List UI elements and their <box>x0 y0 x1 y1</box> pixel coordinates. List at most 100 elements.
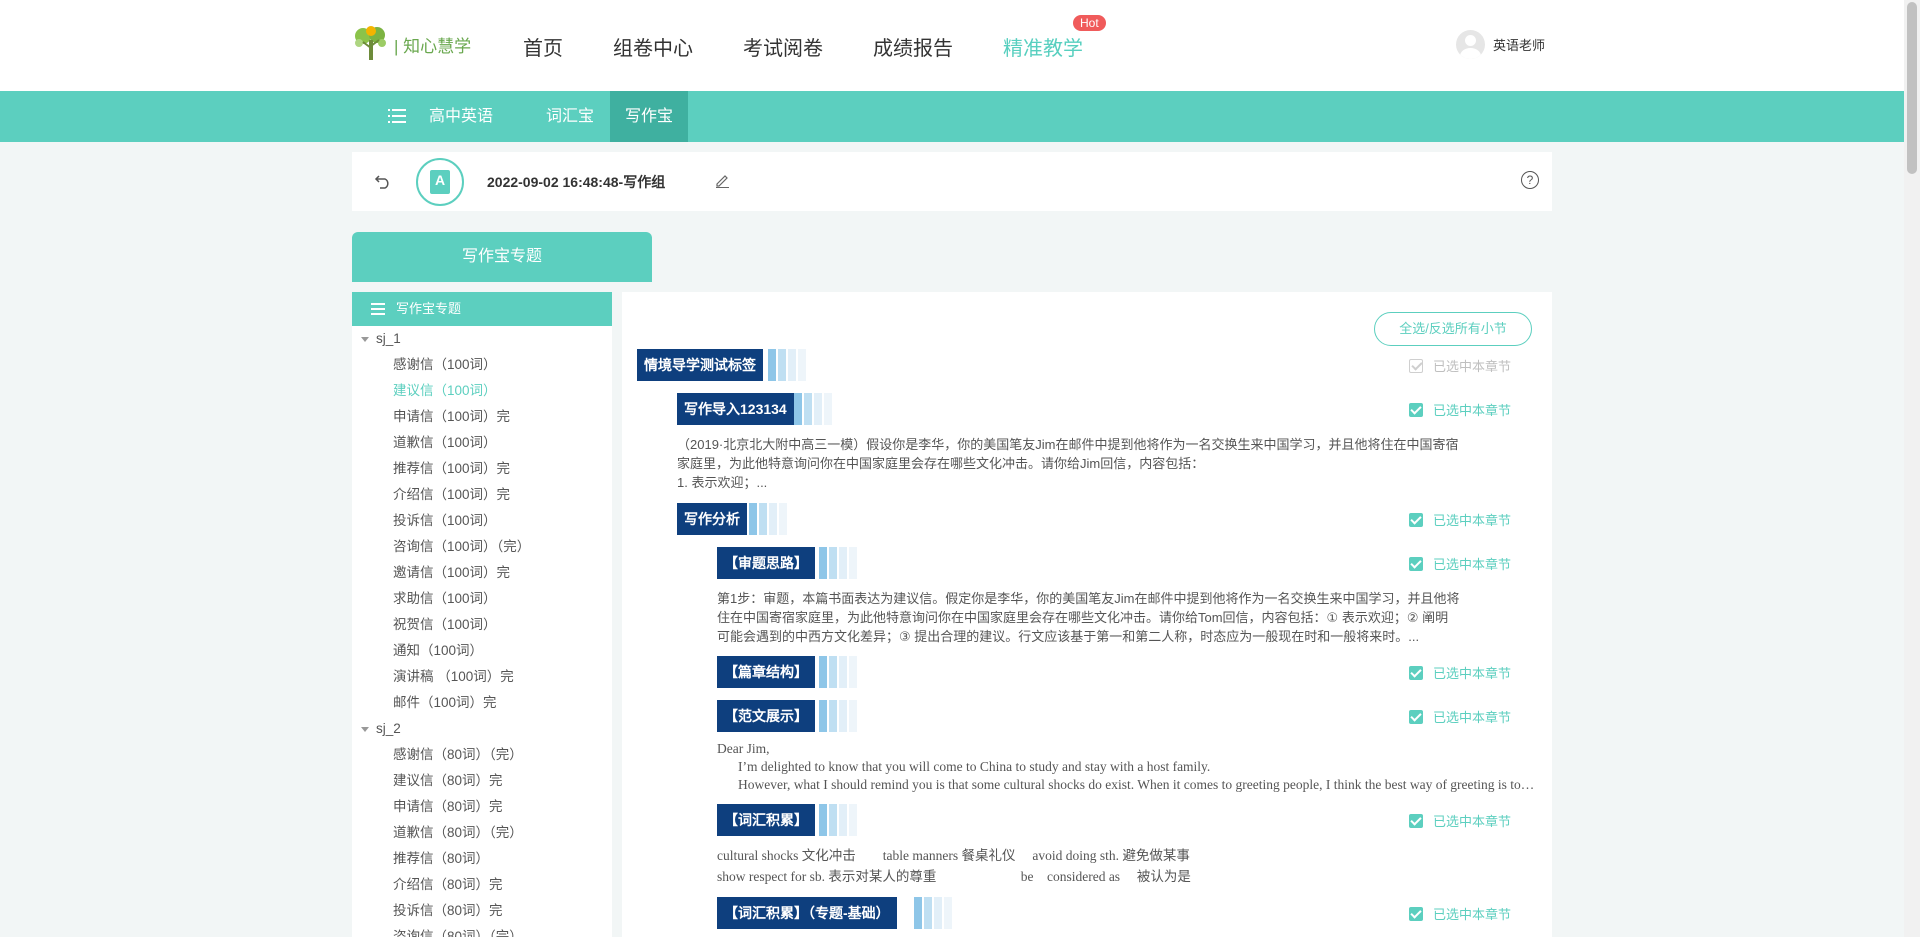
edit-pencil-icon[interactable] <box>715 173 730 188</box>
section-label-vocab: 【词汇积累】 <box>717 804 815 836</box>
document-toolbar: A 2022-09-02 16:48:48-写作组 ? <box>352 152 1552 211</box>
sub-nav: 高中英语 词汇宝 写作宝 <box>0 91 1904 142</box>
hot-badge: Hot <box>1073 15 1106 31</box>
section-checkbox[interactable]: 已选中本章节 <box>1409 707 1511 726</box>
list-icon <box>371 303 385 315</box>
tree-item[interactable]: 道歉信（80词）（完） <box>352 820 612 846</box>
checkbox-checked-icon <box>1409 665 1423 680</box>
tree-item[interactable]: 求助信（100词） <box>352 586 612 612</box>
checkbox-checked-icon <box>1409 402 1423 417</box>
intro-line: 家庭里，为此他特意询问你在中国家庭里会存在哪些文化冲击。请你给Jim回信，内容包… <box>677 456 1205 471</box>
analysis-line: 可能会遇到的中西方文化差异；③ 提出合理的建议。行文应该基于第一和第二人称，时态… <box>717 629 1420 644</box>
tree-item[interactable]: 介绍信（80词）完 <box>352 872 612 898</box>
nav-home[interactable]: 首页 <box>523 32 563 61</box>
sample-line: Dear Jim, <box>717 741 770 756</box>
sidebar-header: 写作宝专题 <box>352 292 612 326</box>
section-checkbox[interactable]: 已选中本章节 <box>1409 510 1511 529</box>
section-label-reading-idea: 【审题思路】 <box>717 547 815 579</box>
tab-writing-topics[interactable]: 写作宝专题 <box>352 232 652 282</box>
nav-precision-teaching[interactable]: 精准教学 <box>1003 32 1083 61</box>
checkbox-label: 已选中本章节 <box>1433 513 1512 528</box>
tree-item[interactable]: 道歉信（100词） <box>352 430 612 456</box>
intro-line: （2019·北京北大附中高三一模）假设你是李华，你的美国笔友Jim在邮件中提到他… <box>677 437 1459 452</box>
page-scrollbar[interactable] <box>1904 0 1920 937</box>
tree-logo-icon <box>355 26 386 60</box>
nav-exam-grading[interactable]: 考试阅卷 <box>743 32 823 61</box>
tree-item[interactable]: 邀请信（100词）完 <box>352 560 612 586</box>
vocab-list: cultural shocks 文化冲击 table manners 餐桌礼仪 … <box>717 845 1537 887</box>
label-stripes <box>819 700 859 732</box>
writing-content-panel: 全选/反选所有小节 情境导学测试标签 已选中本章节 写作导入123134 已选中… <box>622 292 1552 937</box>
tree-item[interactable]: 推荐信（80词） <box>352 846 612 872</box>
tree-item[interactable]: 投诉信（80词）完 <box>352 898 612 924</box>
document-badge-letter: A <box>430 170 450 194</box>
caret-down-icon <box>361 727 369 732</box>
select-all-button[interactable]: 全选/反选所有小节 <box>1374 312 1532 346</box>
checkbox-label: 已选中本章节 <box>1433 557 1512 572</box>
logo-text: | 知心慧学 <box>394 36 472 56</box>
tree-item[interactable]: 祝贺信（100词） <box>352 612 612 638</box>
checkbox-label: 已选中本章节 <box>1433 666 1512 681</box>
caret-down-icon <box>361 337 369 342</box>
label-stripes <box>819 804 859 836</box>
tree-item[interactable]: 投诉信（100词） <box>352 508 612 534</box>
document-badge-icon: A <box>416 158 464 206</box>
tree-item[interactable]: 感谢信（80词）（完） <box>352 742 612 768</box>
label-stripes <box>794 393 834 425</box>
nav-paper-center[interactable]: 组卷中心 <box>613 32 693 61</box>
checkbox-checked-icon <box>1409 556 1423 571</box>
checkbox-label: 已选中本章节 <box>1433 710 1512 725</box>
checkbox-checked-icon <box>1409 813 1423 828</box>
intro-line: 1. 表示欢迎；... <box>677 475 768 490</box>
sidebar-header-label: 写作宝专题 <box>396 301 462 316</box>
top-header: | 知心慧学 首页 组卷中心 考试阅卷 成绩报告 精准教学 Hot 英语老师 <box>0 0 1904 91</box>
checkbox-checked-icon <box>1409 512 1423 527</box>
tree-item[interactable]: 邮件（100词）完 <box>352 690 612 716</box>
tree-item[interactable]: 咨询信（80词）（完） <box>352 924 612 937</box>
tree-item[interactable]: 推荐信（100词）完 <box>352 456 612 482</box>
topic-sidebar: 写作宝专题 sj_1 感谢信（100词） 建议信（100词） 申请信（100词）… <box>352 292 612 937</box>
checkbox-icon <box>1409 358 1423 373</box>
tree-item[interactable]: 申请信（80词）完 <box>352 794 612 820</box>
subnav-high-school-english[interactable]: 高中英语 <box>414 91 508 142</box>
tree-group-sj1[interactable]: sj_1 <box>352 326 612 352</box>
scrollbar-thumb[interactable] <box>1907 2 1917 174</box>
label-stripes <box>768 349 808 381</box>
tree-item[interactable]: 咨询信（100词）（完） <box>352 534 612 560</box>
section-label-sample: 【范文展示】 <box>717 700 815 732</box>
tree-item[interactable]: 介绍信（100词）完 <box>352 482 612 508</box>
logo[interactable]: | 知心慧学 <box>351 26 471 62</box>
user-menu[interactable]: 英语老师 <box>1456 30 1545 59</box>
undo-back-icon[interactable] <box>374 172 392 190</box>
nav-score-report[interactable]: 成绩报告 <box>873 32 953 61</box>
section-label-intro: 写作导入123134 <box>677 393 794 425</box>
section-label-situation: 情境导学测试标签 <box>637 349 763 381</box>
analysis-text: 第1步：审题，本篇书面表达为建议信。假定你是李华，你的美国笔友Jim在邮件中提到… <box>717 589 1537 646</box>
tree-item[interactable]: 申请信（100词）完 <box>352 404 612 430</box>
menu-list-icon[interactable] <box>388 107 406 125</box>
help-icon[interactable]: ? <box>1521 171 1539 189</box>
analysis-line: 第1步：审题，本篇书面表达为建议信。假定你是李华，你的美国笔友Jim在邮件中提到… <box>717 591 1460 606</box>
tree-item[interactable]: 感谢信（100词） <box>352 352 612 378</box>
section-checkbox[interactable]: 已选中本章节 <box>1409 811 1511 830</box>
checkbox-label: 已选中本章节 <box>1433 403 1512 418</box>
section-checkbox[interactable]: 已选中本章节 <box>1409 400 1511 419</box>
tree-item[interactable]: 演讲稿 （100词）完 <box>352 664 612 690</box>
analysis-line: 住在中国寄宿家庭里，为此他特意询问你在中国家庭里会存在哪些文化冲击。请你给Tom… <box>717 610 1449 625</box>
label-stripes <box>819 547 859 579</box>
subnav-vocabulary[interactable]: 词汇宝 <box>531 91 609 142</box>
tree-group-sj2[interactable]: sj_2 <box>352 716 612 742</box>
tree-group-label: sj_1 <box>376 331 401 346</box>
section-checkbox[interactable]: 已选中本章节 <box>1409 663 1511 682</box>
section-label-structure: 【篇章结构】 <box>717 656 815 688</box>
tree-group-label: sj_2 <box>376 721 401 736</box>
user-avatar-icon <box>1456 30 1485 59</box>
document-title: 2022-09-02 16:48:48-写作组 <box>487 174 666 190</box>
section-checkbox[interactable]: 已选中本章节 <box>1409 554 1511 573</box>
label-stripes <box>819 656 859 688</box>
tree-item[interactable]: 通知（100词） <box>352 638 612 664</box>
tree-item[interactable]: 建议信（80词）完 <box>352 768 612 794</box>
tree-item-selected[interactable]: 建议信（100词） <box>352 378 612 404</box>
subnav-writing[interactable]: 写作宝 <box>610 91 689 142</box>
section-checkbox[interactable]: 已选中本章节 <box>1409 904 1511 923</box>
